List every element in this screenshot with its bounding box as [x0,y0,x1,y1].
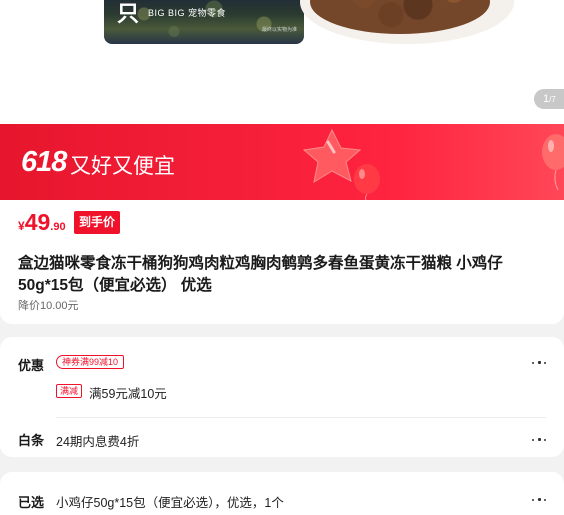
price: ¥49.90 [18,209,66,236]
balloon-icon [542,134,564,191]
product-detail-page: 只 BIG BIG 宠物零食 最终以实物为准 1/7 618 又好又便宜 ¥49… [0,0,564,515]
divider [56,417,546,418]
product-title[interactable]: 盒边猫咪零食冻干桶狗狗鸡肉粒鸡胸肉鹌鹑多春鱼蛋黄冻干猫粮 小鸡仔50g*15包（… [18,253,548,297]
baitiao-text[interactable]: 24期内息费4折 [56,431,139,450]
package-note: 最终以实物为准 [262,27,298,33]
banner-slogan: 又好又便宜 [70,155,175,178]
baitiao-label: 白条 [18,433,45,448]
price-integer: 49 [24,209,51,235]
price-decimal: .90 [50,221,66,233]
full-reduction-text[interactable]: 满59元减10元 [89,383,167,402]
balloon-icon [354,164,380,200]
product-image-gallery[interactable]: 只 BIG BIG 宠物零食 最终以实物为准 1/7 [0,0,564,124]
price-currency: ¥ [18,219,25,233]
more-dots-icon[interactable] [532,497,548,503]
price-card: ¥49.90 到手价 盒边猫咪零食冻干桶狗狗鸡肉粒鸡胸肉鹌鹑多春鱼蛋黄冻干猫粮 … [0,200,564,324]
star-balloon-icon [302,128,362,184]
package-glyph: 只 [117,1,140,26]
image-counter-total: 7 [551,95,556,104]
coupon-badge[interactable]: 神券满99减10 [56,355,125,369]
discount-label: 优惠 [18,358,45,373]
full-reduction-badge: 满减 [56,384,83,398]
image-counter: 1/7 [534,89,564,109]
banner-618: 618 [21,146,67,178]
selected-spec-card[interactable]: 已选 小鸡仔50g*15包（便宜必选），优选，1个 [0,472,564,515]
product-package-image: 只 BIG BIG 宠物零食 最终以实物为准 [104,0,304,44]
package-brand: BIG BIG 宠物零食 [148,8,227,18]
promo-banner[interactable]: 618 又好又便宜 [0,124,564,200]
price-drop-text: 降价10.00元 [18,300,79,312]
selected-label: 已选 [18,495,45,510]
more-dots-icon[interactable] [532,437,548,443]
more-dots-icon[interactable] [532,360,548,366]
final-price-tag: 到手价 [74,211,121,234]
discount-card: 优惠 神券满99减10 满减 满59元减10元 白条 24期内息费4折 [0,337,564,457]
selected-spec-text[interactable]: 小鸡仔50g*15包（便宜必选），优选，1个 [56,492,284,511]
